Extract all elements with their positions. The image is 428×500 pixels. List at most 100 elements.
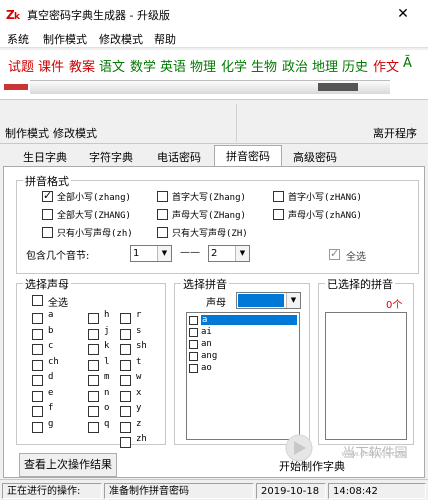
pinyin-list-item[interactable]: ai: [187, 327, 299, 339]
chosen-pinyin-list[interactable]: [325, 312, 407, 440]
initials-select-all-checkbox[interactable]: [32, 295, 43, 306]
ad-category-link[interactable]: 政治: [282, 56, 308, 75]
pinyin-list-item[interactable]: an: [187, 339, 299, 351]
ad-category-link[interactable]: 试题: [8, 56, 34, 75]
initial-checkbox[interactable]: [88, 360, 99, 371]
status-bar: 正在进行的操作: 准备制作拼音密码 2019-10-18 14:08:42: [0, 479, 428, 500]
syllable-from-select[interactable]: 1 ▼: [130, 245, 172, 262]
ad-category-link[interactable]: 英语: [160, 56, 186, 75]
format-initial-upper-checkbox[interactable]: [157, 209, 168, 220]
format-first-lower-checkbox[interactable]: [273, 191, 284, 202]
tab-advanced[interactable]: 高级密码: [284, 147, 346, 167]
menu-make-mode[interactable]: 制作模式: [43, 31, 87, 47]
initial-filter-select[interactable]: ▼: [236, 292, 301, 309]
initial-label: m: [104, 372, 110, 382]
modify-mode-button[interactable]: 修改模式: [53, 125, 97, 141]
ad-category-link[interactable]: 生物: [251, 56, 277, 75]
ad-category-link[interactable]: Ã: [403, 56, 412, 71]
pinyin-list-item[interactable]: ang: [187, 351, 299, 363]
initial-checkbox[interactable]: [32, 313, 43, 324]
pinyin-item-label: an: [201, 339, 212, 349]
tab-birthday[interactable]: 生日字典: [14, 147, 76, 167]
initial-checkbox[interactable]: [32, 329, 43, 340]
pinyin-item-checkbox[interactable]: [189, 328, 198, 337]
pinyin-item-checkbox[interactable]: [189, 340, 198, 349]
ad-category-link[interactable]: 语文: [99, 56, 125, 75]
view-last-result-button[interactable]: 查看上次操作结果: [19, 453, 117, 477]
initial-checkbox[interactable]: [120, 391, 131, 402]
initial-checkbox[interactable]: [120, 344, 131, 355]
initial-checkbox[interactable]: [32, 360, 43, 371]
initial-checkbox[interactable]: [32, 422, 43, 433]
menu-modify-mode[interactable]: 修改模式: [99, 31, 143, 47]
initial-checkbox[interactable]: [88, 344, 99, 355]
ad-category-link[interactable]: 数学: [130, 56, 156, 75]
menu-system[interactable]: 系统: [7, 31, 29, 47]
ad-category-link[interactable]: 化学: [221, 56, 247, 75]
initial-checkbox[interactable]: [120, 313, 131, 324]
initials-select-all-label: 全选: [48, 298, 68, 309]
format-first-upper-checkbox[interactable]: [157, 191, 168, 202]
initial-checkbox[interactable]: [120, 422, 131, 433]
pinyin-list[interactable]: a ai an ang ao: [186, 312, 300, 440]
initial-checkbox[interactable]: [32, 375, 43, 386]
initial-checkbox[interactable]: [88, 422, 99, 433]
close-button[interactable]: ✕: [384, 4, 422, 24]
ad-category-link[interactable]: 教案: [69, 56, 95, 75]
initial-label: d: [48, 372, 54, 382]
ad-decor-red: [4, 84, 28, 90]
initial-label: z: [136, 419, 142, 429]
initial-checkbox[interactable]: [32, 344, 43, 355]
ad-category-link[interactable]: 历史: [342, 56, 368, 75]
initial-checkbox[interactable]: [120, 375, 131, 386]
initial-label: o: [104, 403, 110, 413]
ad-category-link[interactable]: 物理: [190, 56, 216, 75]
initial-label: e: [48, 388, 54, 398]
format-lower-initials-only-checkbox[interactable]: [42, 227, 53, 238]
initial-checkbox[interactable]: [88, 406, 99, 417]
pinyin-format-legend: 拼音格式: [23, 173, 71, 189]
format-select-all-checkbox[interactable]: [329, 247, 340, 260]
format-upper-initials-only-checkbox[interactable]: [157, 227, 168, 238]
initial-checkbox[interactable]: [120, 437, 131, 448]
ad-banner[interactable]: 试题 课件 教案 语文 数学 英语 物理 化学 生物 政治 地理 历史 作文 Ã: [0, 50, 428, 100]
initial-checkbox[interactable]: [120, 329, 131, 340]
tab-characters[interactable]: 字符字典: [80, 147, 142, 167]
initial-checkbox[interactable]: [88, 375, 99, 386]
initial-checkbox[interactable]: [88, 329, 99, 340]
tab-strip: 生日字典 字符字典 电话密码 拼音密码 高级密码: [0, 145, 428, 168]
tab-pinyin[interactable]: 拼音密码: [214, 145, 282, 168]
ad-category-link[interactable]: 课件: [38, 56, 64, 75]
initial-checkbox[interactable]: [88, 391, 99, 402]
menu-help[interactable]: 帮助: [154, 31, 176, 47]
menu-bar: 系统 制作模式 修改模式 帮助: [0, 28, 428, 48]
initial-checkbox[interactable]: [120, 406, 131, 417]
pinyin-item-checkbox[interactable]: [189, 316, 198, 325]
make-mode-button[interactable]: 制作模式: [5, 125, 49, 141]
initial-checkbox[interactable]: [32, 391, 43, 402]
initial-label: g: [48, 419, 54, 429]
pinyin-item-checkbox[interactable]: [189, 352, 198, 361]
format-all-upper-checkbox[interactable]: [42, 209, 53, 220]
initials-legend: 选择声母: [23, 276, 71, 292]
format-initial-lower-checkbox[interactable]: [273, 209, 284, 220]
initial-checkbox[interactable]: [32, 406, 43, 417]
pinyin-select-legend: 选择拼音: [181, 276, 229, 292]
pinyin-item-checkbox[interactable]: [189, 364, 198, 373]
ad-category-link[interactable]: 作文: [373, 56, 399, 75]
initial-label: w: [136, 372, 142, 382]
tab-phone[interactable]: 电话密码: [146, 147, 212, 167]
pinyin-item-label: ai: [201, 327, 212, 337]
format-all-upper-label: 全部大写(ZHANG): [57, 211, 131, 221]
format-all-lower-checkbox[interactable]: [42, 189, 53, 202]
ad-category-link[interactable]: 地理: [312, 56, 338, 75]
exit-button[interactable]: 离开程序: [373, 125, 417, 141]
watermark-url: www.downxia.com: [341, 450, 407, 458]
toolbar-separator: [236, 104, 237, 142]
pinyin-list-item[interactable]: a: [187, 315, 299, 327]
format-initial-lower-label: 声母小写(zhANG): [288, 211, 362, 221]
initial-checkbox[interactable]: [88, 313, 99, 324]
pinyin-list-item[interactable]: ao: [187, 363, 299, 375]
syllable-to-select[interactable]: 2 ▼: [208, 245, 250, 262]
initial-checkbox[interactable]: [120, 360, 131, 371]
